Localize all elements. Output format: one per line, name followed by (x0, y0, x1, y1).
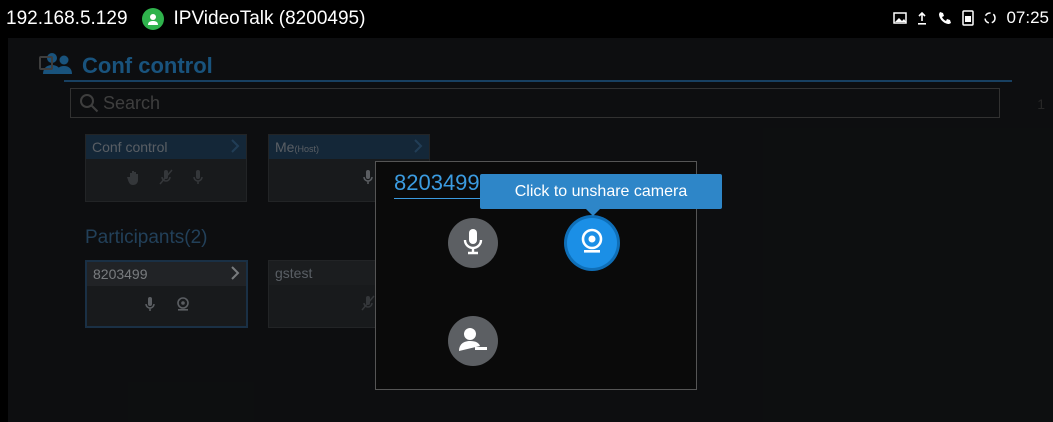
main-screen: Conf control Search 1 Conf control Me(Ho… (8, 38, 1053, 422)
phone-icon (937, 10, 953, 26)
dialog-title: 8203499 (394, 170, 480, 199)
sync-icon (983, 11, 997, 25)
status-bar: 192.168.5.129 IPVideoTalk (8200495) 07:2… (0, 0, 1053, 38)
clock: 07:25 (1006, 8, 1049, 27)
camera-icon (578, 227, 606, 260)
mic-icon (461, 227, 485, 260)
app-name: IPVideoTalk (8200495) (173, 8, 366, 29)
app-icon (141, 8, 164, 30)
upload-icon (916, 11, 928, 25)
picture-icon (893, 12, 908, 24)
mic-button[interactable] (448, 218, 498, 268)
tooltip: Click to unshare camera (480, 174, 722, 209)
ip-address: 192.168.5.129 (6, 8, 128, 29)
remove-user-icon (458, 325, 488, 358)
unshare-camera-button[interactable] (567, 218, 617, 268)
tooltip-arrow (585, 208, 601, 216)
participant-action-dialog: 8203499 Click to unshare camera (375, 161, 722, 390)
sim-icon (962, 10, 975, 26)
remove-participant-button[interactable] (448, 316, 498, 366)
tooltip-text: Click to unshare camera (514, 182, 688, 200)
